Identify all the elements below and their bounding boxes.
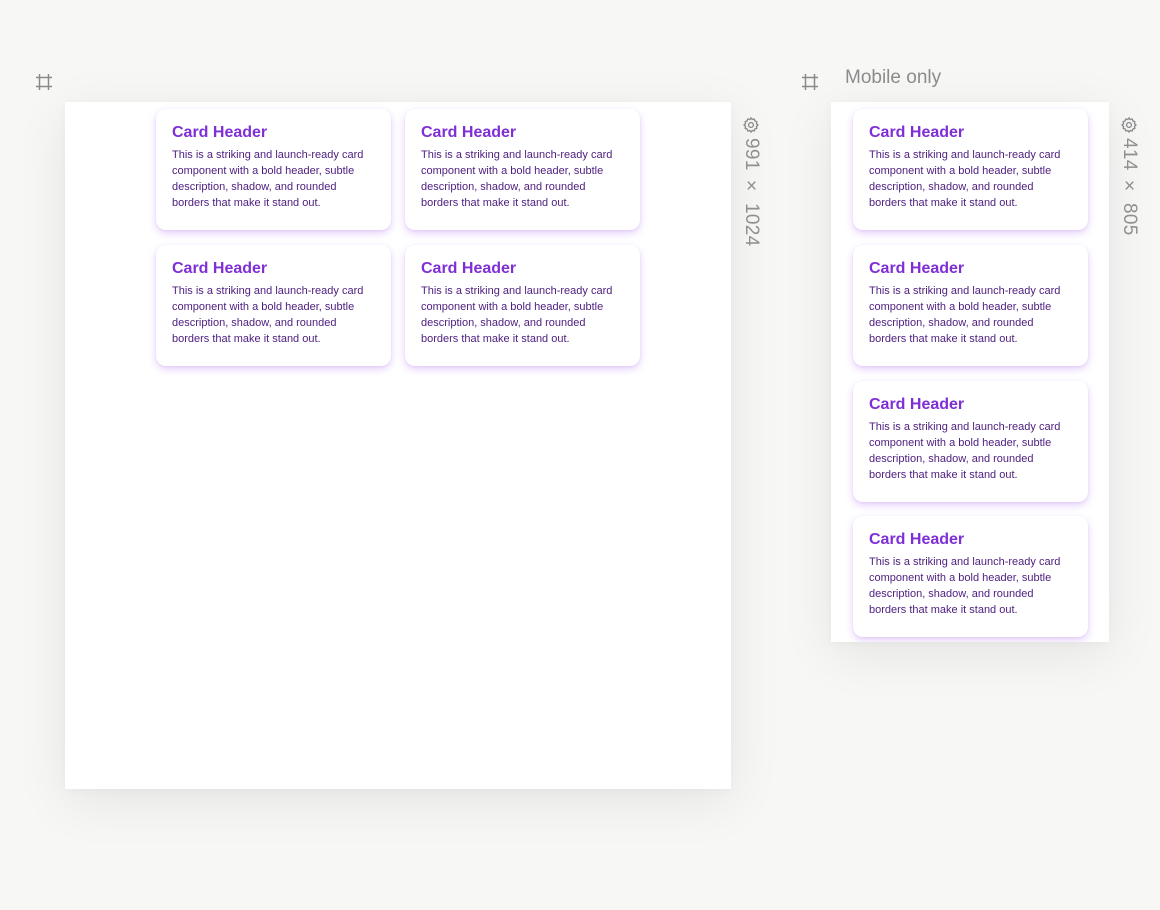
gear-icon[interactable] [1120,116,1138,134]
card-header: Card Header [869,260,965,277]
card-description: This is a striking and launch-ready card… [869,421,1061,481]
card: Card Header This is a striking and launc… [405,109,640,230]
card-description: This is a striking and launch-ready card… [421,285,613,345]
card-header: Card Header [172,124,268,141]
gear-icon[interactable] [742,116,760,134]
artboard-size-label: 414 × 805 [1119,138,1140,236]
card: Card Header This is a striking and launc… [853,516,1088,637]
card-header: Card Header [172,260,268,277]
card-header: Card Header [421,124,517,141]
frame-icon[interactable] [35,73,53,91]
card-header: Card Header [869,396,965,413]
artboard-mobile: Card Header This is a striking and launc… [831,102,1109,642]
frame-icon[interactable] [801,73,819,91]
card: Card Header This is a striking and launc… [156,109,391,230]
card-description: This is a striking and launch-ready card… [869,149,1061,209]
card-description: This is a striking and launch-ready card… [869,285,1061,345]
card-description: This is a striking and launch-ready card… [172,285,364,345]
card: Card Header This is a striking and launc… [853,381,1088,502]
card: Card Header This is a striking and launc… [156,245,391,366]
artboard-mobile-controls: 414 × 805 [1118,116,1140,236]
frame-title[interactable]: Mobile only [845,67,941,89]
artboard-size-label: 991 × 1024 [741,138,762,247]
card: Card Header This is a striking and launc… [405,245,640,366]
card-header: Card Header [869,531,965,548]
artboard-desktop: Card Header This is a striking and launc… [65,102,731,789]
card-header: Card Header [421,260,517,277]
card-description: This is a striking and launch-ready card… [869,556,1061,616]
card-description: This is a striking and launch-ready card… [172,149,364,209]
artboard-desktop-controls: 991 × 1024 [740,116,762,247]
card-description: This is a striking and launch-ready card… [421,149,613,209]
card: Card Header This is a striking and launc… [853,245,1088,366]
card-header: Card Header [869,124,965,141]
card: Card Header This is a striking and launc… [853,109,1088,230]
